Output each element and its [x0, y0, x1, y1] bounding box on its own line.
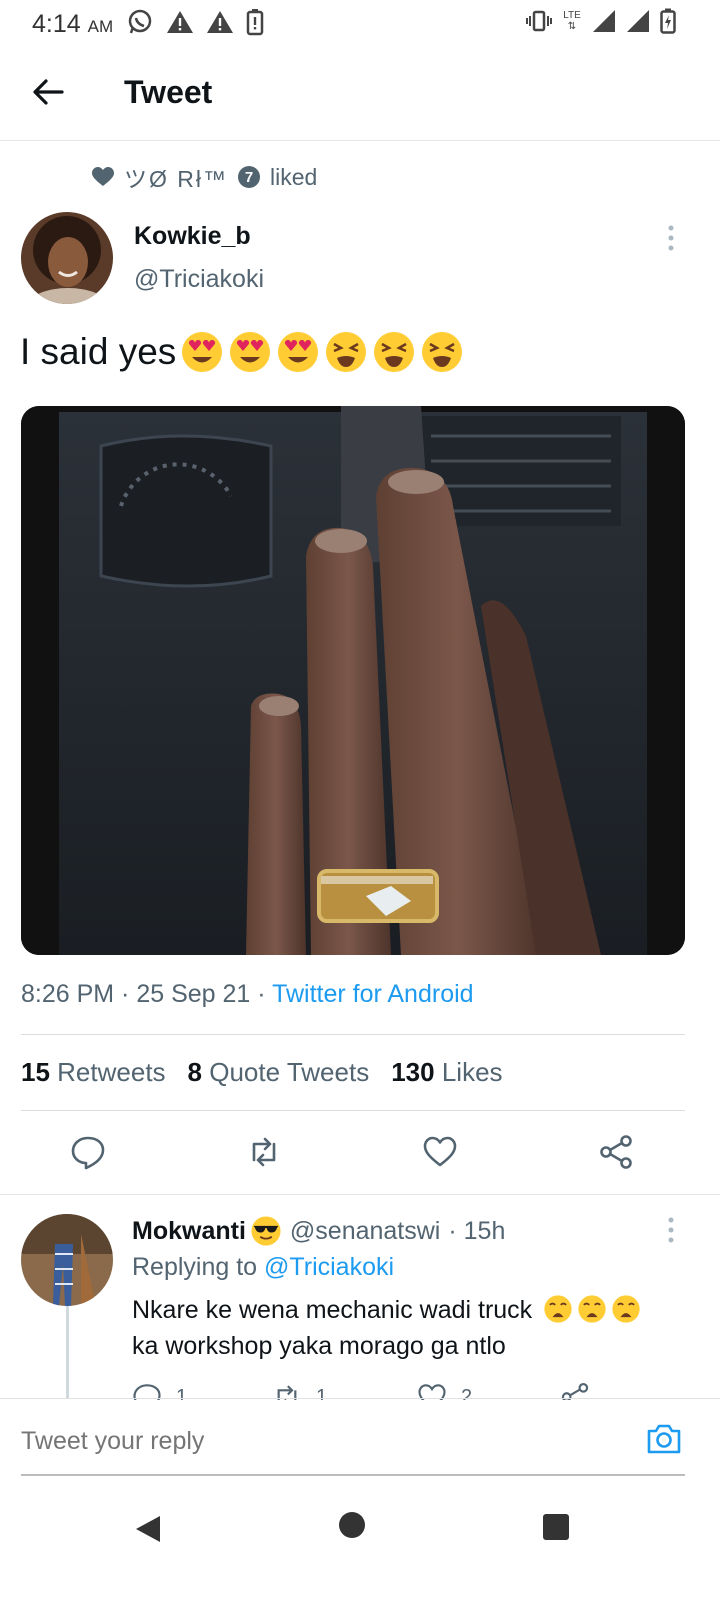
- tweet-timestamp: 8:26 PM · 25 Sep 21 ·: [21, 980, 273, 1008]
- status-bar: 4:14 AM LTE ⇅: [0, 0, 720, 44]
- battery-charging-icon: [660, 8, 676, 34]
- tired-face-emoji-icon: [374, 332, 415, 372]
- whatsapp-icon: [128, 9, 152, 34]
- author-handle[interactable]: @Triciakoki: [134, 265, 264, 294]
- heart-small-icon: [92, 167, 114, 186]
- weary-face-emoji-icon: [578, 1295, 606, 1323]
- heart-eyes-emoji-icon: [230, 332, 271, 372]
- more-options-icon[interactable]: [666, 1216, 676, 1246]
- sunglasses-emoji-icon: [251, 1216, 281, 1246]
- social-context-user: ツØ Rł™: [124, 166, 228, 192]
- nav-recents-icon[interactable]: [543, 1514, 569, 1540]
- tweet-stats: 15 Retweets 8 Quote Tweets 130 Likes: [21, 1057, 503, 1088]
- weary-face-emoji-icon: [612, 1295, 640, 1323]
- more-options-icon[interactable]: [666, 224, 676, 254]
- signal-icon: [627, 10, 649, 32]
- retweets-stat[interactable]: 15 Retweets: [21, 1057, 166, 1088]
- status-time-value: 4:14: [32, 10, 81, 38]
- replying-prefix: Replying to: [132, 1253, 265, 1281]
- social-context-badge: 7: [238, 166, 260, 188]
- replying-to: Replying to @Triciakoki: [132, 1253, 394, 1282]
- replying-to-handle[interactable]: @Triciakoki: [264, 1253, 394, 1281]
- tweet-text: I said yes: [20, 330, 464, 374]
- page-title: Tweet: [124, 74, 213, 110]
- reply-input-underline: [21, 1474, 685, 1476]
- reply-author-handle[interactable]: @senanatswi: [290, 1217, 440, 1246]
- like-icon[interactable]: [422, 1134, 458, 1170]
- quote-tweets-count: 8: [187, 1057, 203, 1087]
- reply-author-name[interactable]: Mokwanti: [132, 1217, 246, 1246]
- status-time: 4:14 AM: [32, 10, 113, 39]
- tired-face-emoji-icon: [422, 332, 463, 372]
- retweets-count: 15: [21, 1057, 50, 1087]
- reply-author-avatar[interactable]: [21, 1214, 113, 1306]
- warning-icon: [167, 11, 193, 33]
- signal-icon: [593, 10, 615, 32]
- tweet-text-content: I said yes: [20, 331, 177, 372]
- quote-tweets-stat[interactable]: 8 Quote Tweets: [188, 1057, 370, 1088]
- retweet-icon[interactable]: [246, 1134, 282, 1170]
- lte-label: LTE: [563, 10, 581, 21]
- weary-face-emoji-icon: [544, 1295, 572, 1323]
- share-icon[interactable]: [598, 1134, 634, 1170]
- divider: [0, 1194, 720, 1195]
- status-time-ampm: AM: [87, 17, 114, 36]
- warning-icon: [207, 11, 233, 33]
- back-arrow-icon[interactable]: [30, 74, 66, 110]
- reply-icon[interactable]: [70, 1134, 106, 1170]
- reply-text: Nkare ke wena mechanic wadi truck ka wor…: [132, 1292, 692, 1364]
- reply-text-line2: ka workshop yaka morago ga ntlo: [132, 1332, 506, 1360]
- app-bar: Tweet: [0, 44, 720, 141]
- tweet-meta: 8:26 PM · 25 Sep 21 · Twitter for Androi…: [21, 980, 474, 1009]
- status-left-icons: [126, 8, 264, 36]
- tweet-photo[interactable]: [21, 406, 685, 955]
- quote-tweets-label: Quote Tweets: [209, 1057, 370, 1087]
- social-context-action: liked: [270, 163, 318, 190]
- reply-input[interactable]: [21, 1427, 581, 1456]
- author-avatar[interactable]: [21, 212, 113, 304]
- status-right-icons: LTE ⇅: [526, 8, 676, 34]
- social-context[interactable]: ツØ Rł™ 7 liked: [92, 160, 317, 194]
- tired-face-emoji-icon: [326, 332, 367, 372]
- nav-back-icon[interactable]: [134, 1514, 162, 1544]
- system-nav-bar: [0, 1486, 720, 1600]
- divider: [21, 1110, 685, 1111]
- reply-time: · 15h: [448, 1216, 506, 1245]
- reply-composer: [0, 1398, 720, 1479]
- vibrate-icon: [526, 10, 552, 32]
- heart-eyes-emoji-icon: [182, 332, 223, 372]
- tweet-source-link[interactable]: Twitter for Android: [272, 980, 473, 1008]
- reply-header: Mokwanti @senanatswi · 15h: [132, 1215, 505, 1247]
- retweets-label: Retweets: [57, 1057, 166, 1087]
- reply-text-line1: Nkare ke wena mechanic wadi truck: [132, 1296, 533, 1324]
- thread-line: [66, 1306, 69, 1398]
- likes-count: 130: [391, 1057, 435, 1087]
- lte-icon: LTE ⇅: [563, 10, 581, 32]
- battery-saver-icon: [246, 9, 264, 36]
- divider: [21, 1034, 685, 1035]
- heart-eyes-emoji-icon: [278, 332, 319, 372]
- author-name[interactable]: Kowkie_b: [134, 222, 251, 251]
- likes-label: Likes: [441, 1057, 503, 1087]
- nav-home-icon[interactable]: [339, 1512, 365, 1538]
- likes-stat[interactable]: 130 Likes: [391, 1057, 502, 1088]
- camera-icon[interactable]: [646, 1421, 682, 1457]
